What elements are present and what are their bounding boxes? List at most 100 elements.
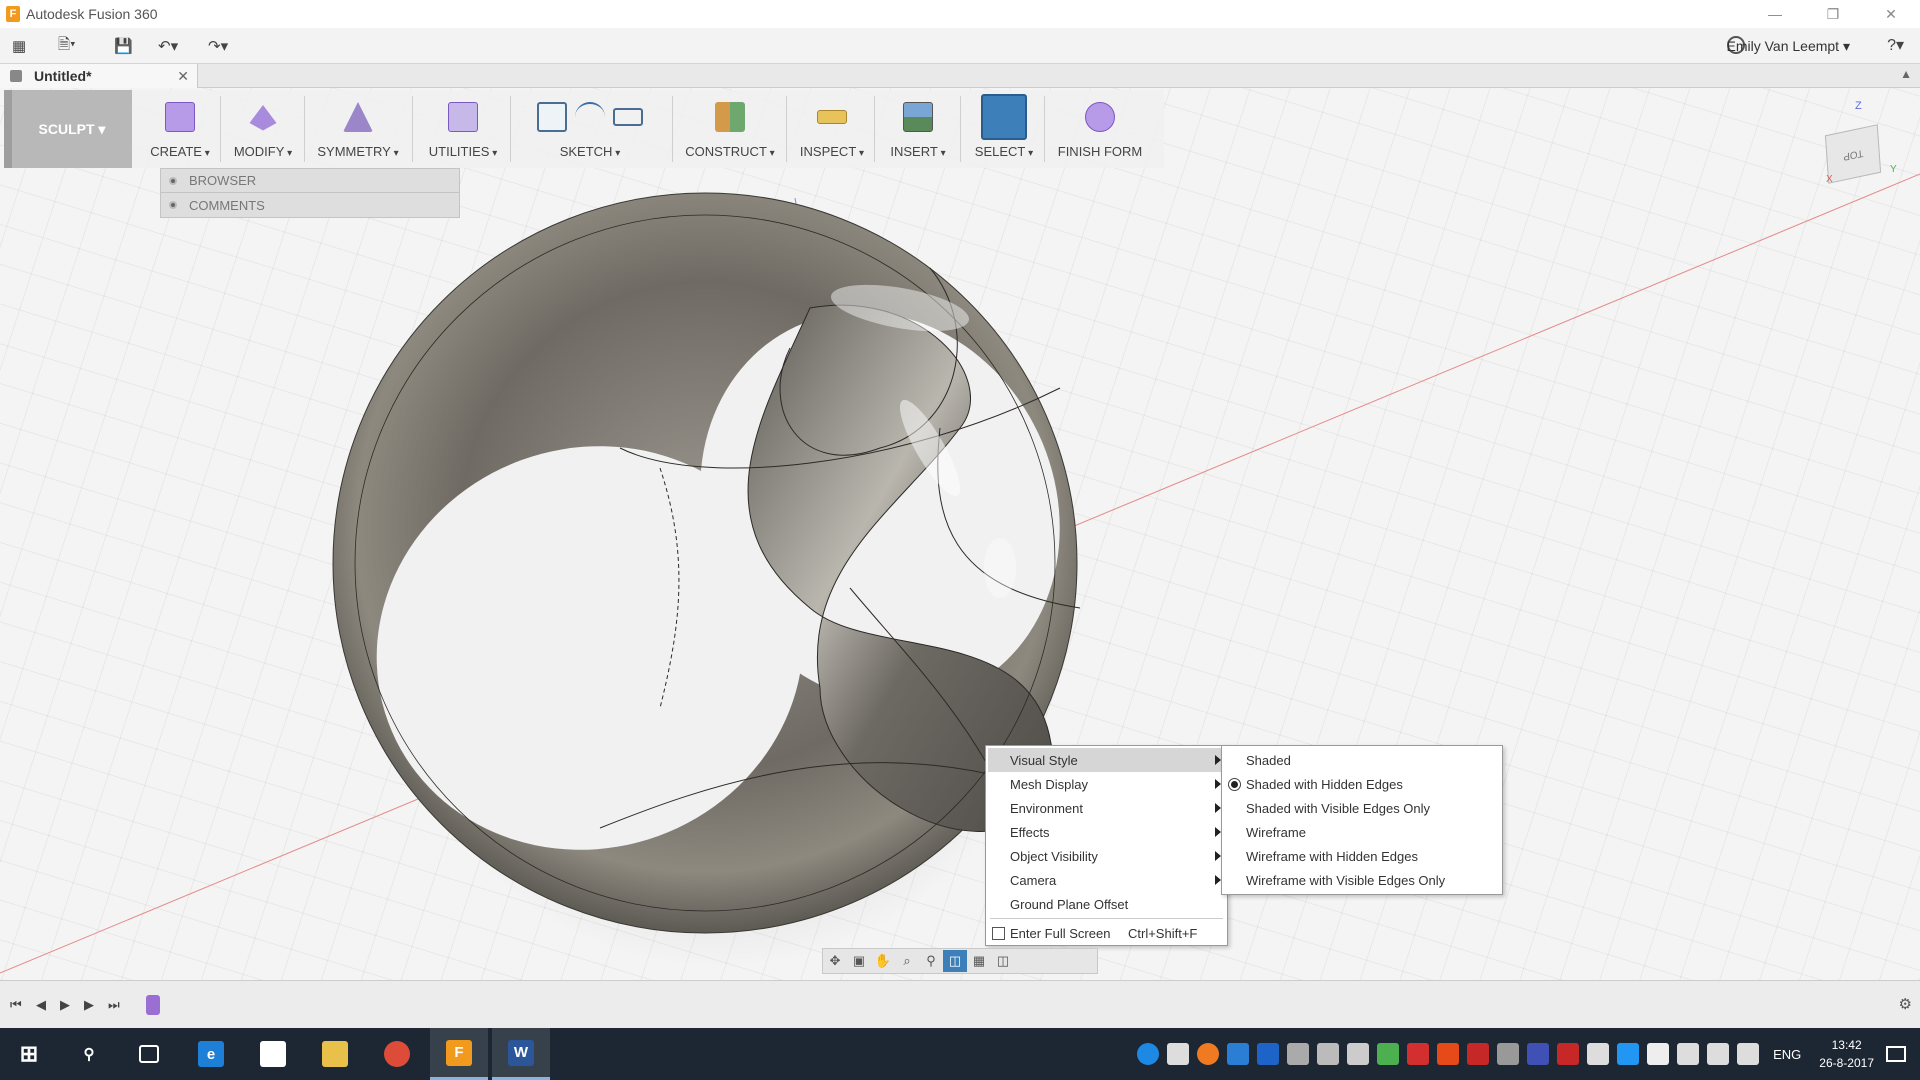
visual-style-shaded-hidden-edges[interactable]: Shaded with Hidden Edges: [1222, 772, 1502, 796]
acrobat-icon[interactable]: [1407, 1043, 1430, 1065]
timeline-settings-icon[interactable]: ⚙: [1899, 995, 1912, 1013]
display-settings-icon[interactable]: ◫: [943, 950, 967, 972]
menu-item-environment[interactable]: Environment: [988, 796, 1225, 820]
search-button[interactable]: ⚲: [60, 1028, 118, 1080]
document-tab[interactable]: Untitled* ✕: [0, 64, 198, 88]
close-window-icon[interactable]: ✕: [1862, 0, 1920, 28]
sketch-menu[interactable]: SKETCH: [518, 90, 662, 168]
zoom-icon[interactable]: ⌕: [895, 950, 919, 972]
visual-style-wireframe-visible-edges[interactable]: Wireframe with Visible Edges Only: [1222, 868, 1502, 892]
tray-icon[interactable]: [1467, 1043, 1490, 1065]
visual-style-shaded-visible-edges[interactable]: Shaded with Visible Edges Only: [1222, 796, 1502, 820]
look-at-icon[interactable]: ▣: [847, 950, 871, 972]
word-icon: W: [508, 1039, 534, 1066]
visual-style-wireframe-hidden-edges[interactable]: Wireframe with Hidden Edges: [1222, 844, 1502, 868]
sketch-curve-icon: [575, 102, 605, 132]
tray-icon[interactable]: [1437, 1043, 1460, 1065]
menu-item-visual-style[interactable]: Visual Style: [988, 748, 1225, 772]
window-controls: — ❐ ✕: [1746, 0, 1920, 28]
collapse-toolbar-icon[interactable]: ▲: [1900, 67, 1912, 81]
explorer-taskbar-item[interactable]: [306, 1028, 364, 1080]
comments-panel-row[interactable]: COMMENTS: [160, 193, 460, 218]
edge-taskbar-item[interactable]: e: [182, 1028, 240, 1080]
go-to-start-icon[interactable]: ⏮: [10, 997, 22, 1013]
start-button[interactable]: ⊞: [0, 1028, 58, 1080]
system-clock[interactable]: 13:42 26-8-2017: [1819, 1036, 1874, 1072]
help-tray-icon[interactable]: [1137, 1043, 1160, 1065]
step-forward-icon[interactable]: ▶: [84, 997, 94, 1013]
tray-icon[interactable]: [1287, 1043, 1310, 1065]
tray-icon[interactable]: [1167, 1043, 1190, 1065]
sculpt-model[interactable]: [0, 88, 1920, 980]
keyboard-icon[interactable]: [1737, 1043, 1760, 1065]
step-back-icon[interactable]: ◀: [36, 997, 46, 1013]
solidworks-icon[interactable]: [1557, 1043, 1580, 1065]
viewports-icon[interactable]: ◫: [991, 950, 1015, 972]
battery-icon[interactable]: [1677, 1043, 1700, 1065]
construct-menu[interactable]: CONSTRUCT: [680, 90, 780, 168]
create-menu[interactable]: CREATE: [144, 90, 216, 168]
pan-icon[interactable]: ✋: [871, 950, 895, 972]
fit-icon[interactable]: ⚲: [919, 950, 943, 972]
grid-icon[interactable]: ▦: [967, 950, 991, 972]
help-icon[interactable]: ?▾: [1887, 35, 1904, 55]
finish-form-button[interactable]: FINISH FORM: [1052, 90, 1148, 168]
modify-menu[interactable]: MODIFY: [226, 90, 300, 168]
visual-style-shaded[interactable]: Shaded: [1222, 748, 1502, 772]
create-sketch-icon: [537, 102, 567, 132]
fusion-icon: F: [446, 1039, 472, 1066]
chrome-taskbar-item[interactable]: [368, 1028, 426, 1080]
quick-access-bar: ▦ 🗎▾ 💾 ↶▾ ↷▾ Emily Van Leempt ▾ ?▾: [0, 28, 1920, 64]
bluetooth-icon[interactable]: [1587, 1043, 1610, 1065]
workspace-switcher[interactable]: SCULPT ▾: [4, 90, 132, 168]
usb-icon[interactable]: [1347, 1043, 1370, 1065]
volume-icon[interactable]: [1707, 1043, 1730, 1065]
user-menu[interactable]: Emily Van Leempt ▾: [1727, 38, 1851, 55]
select-icon: [981, 94, 1027, 140]
go-to-end-icon[interactable]: ⏭: [108, 997, 120, 1013]
play-icon[interactable]: ▶: [60, 997, 70, 1013]
language-indicator[interactable]: ENG: [1773, 1047, 1801, 1062]
utilities-menu[interactable]: UTILITIES: [420, 90, 506, 168]
expand-icon: [169, 176, 177, 185]
restore-icon[interactable]: ❐: [1804, 0, 1862, 28]
word-taskbar-item[interactable]: W: [492, 1028, 550, 1080]
tray-icon[interactable]: [1617, 1043, 1640, 1065]
minimize-icon[interactable]: —: [1746, 0, 1804, 28]
tray-icon[interactable]: [1317, 1043, 1340, 1065]
timeline-feature-icon[interactable]: [146, 995, 160, 1015]
menu-item-effects[interactable]: Effects: [988, 820, 1225, 844]
close-tab-icon[interactable]: ✕: [177, 68, 189, 85]
insert-menu[interactable]: INSERT: [882, 90, 954, 168]
redo-icon[interactable]: ↷▾: [208, 36, 228, 56]
timeline: ⏮ ◀ ▶ ▶ ⏭ ⚙: [0, 980, 1920, 1028]
symmetry-menu[interactable]: SYMMETRY: [310, 90, 406, 168]
menu-item-object-visibility[interactable]: Object Visibility: [988, 844, 1225, 868]
orbit-icon[interactable]: ✥: [823, 950, 847, 972]
inspect-menu[interactable]: INSPECT: [794, 90, 870, 168]
display-icon[interactable]: [1647, 1043, 1670, 1065]
tray-icon[interactable]: [1377, 1043, 1400, 1065]
tray-icon[interactable]: [1527, 1043, 1550, 1065]
onedrive-icon[interactable]: [1227, 1043, 1250, 1065]
menu-item-enter-full-screen[interactable]: Enter Full Screen Ctrl+Shift+F: [988, 921, 1225, 945]
undo-icon[interactable]: ↶▾: [158, 36, 178, 56]
visual-style-wireframe[interactable]: Wireframe: [1222, 820, 1502, 844]
menu-item-ground-plane-offset[interactable]: Ground Plane Offset: [988, 892, 1225, 916]
save-icon[interactable]: 💾: [114, 36, 133, 56]
wifi-icon[interactable]: [1497, 1043, 1520, 1065]
upload-tray-icon[interactable]: [1197, 1043, 1220, 1065]
edge-icon: e: [198, 1041, 224, 1067]
store-taskbar-item[interactable]: [244, 1028, 302, 1080]
file-menu-icon[interactable]: 🗎▾: [58, 36, 76, 56]
menu-item-mesh-display[interactable]: Mesh Display: [988, 772, 1225, 796]
task-view-button[interactable]: [120, 1028, 178, 1080]
browser-panel-row[interactable]: BROWSER: [160, 168, 460, 193]
app-grid-icon[interactable]: ▦: [12, 36, 26, 56]
canvas-viewport[interactable]: [0, 88, 1920, 980]
dropbox-icon[interactable]: [1257, 1043, 1280, 1065]
fusion-taskbar-item[interactable]: F: [430, 1028, 488, 1080]
menu-item-camera[interactable]: Camera: [988, 868, 1225, 892]
action-center-icon[interactable]: [1886, 1046, 1906, 1062]
select-menu[interactable]: SELECT: [968, 90, 1040, 168]
